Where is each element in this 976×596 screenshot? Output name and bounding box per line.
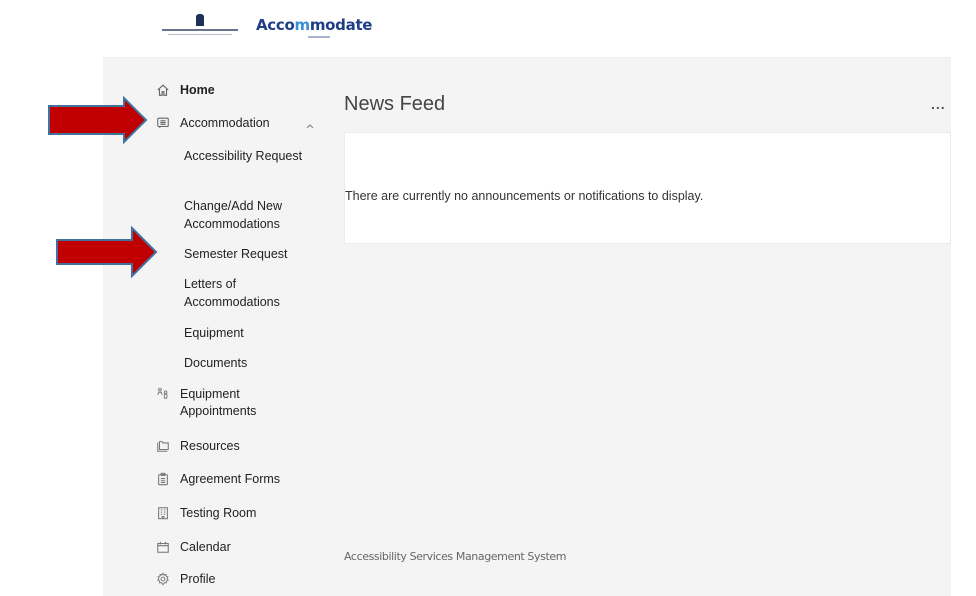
more-options-button[interactable]: ... (931, 96, 946, 112)
sidebar-subitem-letters-of-accommodations[interactable]: Letters of Accommodations (184, 275, 314, 311)
sidebar-item-label: Testing Room (180, 506, 257, 520)
building-icon (155, 505, 171, 521)
people-icon (155, 386, 171, 402)
university-logo[interactable] (160, 12, 240, 42)
sidebar-item-label: Accommodation (180, 116, 270, 130)
sidebar-item-testing-room[interactable]: Testing Room (155, 505, 310, 522)
gear-icon (155, 571, 171, 587)
sidebar-subitem-semester-request[interactable]: Semester Request (184, 245, 314, 263)
sidebar-subitem-documents[interactable]: Documents (184, 354, 314, 372)
crest-icon (196, 14, 204, 26)
list-chat-icon (155, 115, 171, 131)
brand-text-accent: m (294, 16, 311, 34)
page-title: News Feed (344, 93, 446, 115)
sidebar-item-label: Calendar (180, 540, 231, 554)
sidebar-item-profile[interactable]: Profile (155, 571, 310, 588)
footer-system-name: Accessibility Services Management System (344, 550, 567, 563)
news-feed-card: There are currently no announcements or … (344, 132, 951, 244)
brand-text-2: modate (309, 16, 373, 34)
sidebar-item-agreement-forms[interactable]: Agreement Forms (155, 471, 310, 488)
clipboard-icon (155, 471, 171, 487)
annotation-arrow-semester-request (56, 225, 158, 279)
sidebar-item-accommodation[interactable]: Accommodation (155, 115, 310, 132)
university-name-line (162, 29, 238, 31)
chevron-up-icon[interactable] (305, 118, 315, 129)
sidebar-item-label: Resources (180, 439, 240, 453)
sidebar-item-label: Equipment Appointments (180, 387, 257, 418)
sidebar-item-label: Home (180, 83, 215, 97)
annotation-arrow-accommodation (48, 95, 148, 145)
sidebar-subitem-change-add-accommodations[interactable]: Change/Add New Accommodations (184, 197, 314, 233)
accommodate-logo[interactable]: Accommodate (256, 16, 372, 34)
sidebar-item-home[interactable]: Home (155, 82, 310, 99)
sidebar-subitem-equipment[interactable]: Equipment (184, 324, 314, 342)
app-panel: Home Accommodation Accessibility Request… (103, 57, 951, 596)
home-icon (155, 82, 171, 98)
sidebar-subitem-accessibility-request[interactable]: Accessibility Request (184, 147, 314, 165)
university-tagline-line (168, 34, 232, 35)
sidebar-item-resources[interactable]: Resources (155, 438, 310, 455)
sidebar-item-calendar[interactable]: Calendar (155, 539, 310, 556)
arrow-shape (48, 95, 148, 145)
sidebar-item-equipment-appointments[interactable]: Equipment Appointments (155, 386, 310, 420)
empty-state-message: There are currently no announcements or … (345, 189, 704, 203)
folder-icon (155, 438, 171, 454)
arrow-shape (56, 225, 158, 279)
sidebar-item-label: Profile (180, 572, 216, 586)
sidebar-item-label: Agreement Forms (180, 472, 281, 486)
brand-subtext (308, 36, 330, 38)
calendar-icon (155, 539, 171, 555)
brand-text-1: Acco (256, 16, 295, 34)
